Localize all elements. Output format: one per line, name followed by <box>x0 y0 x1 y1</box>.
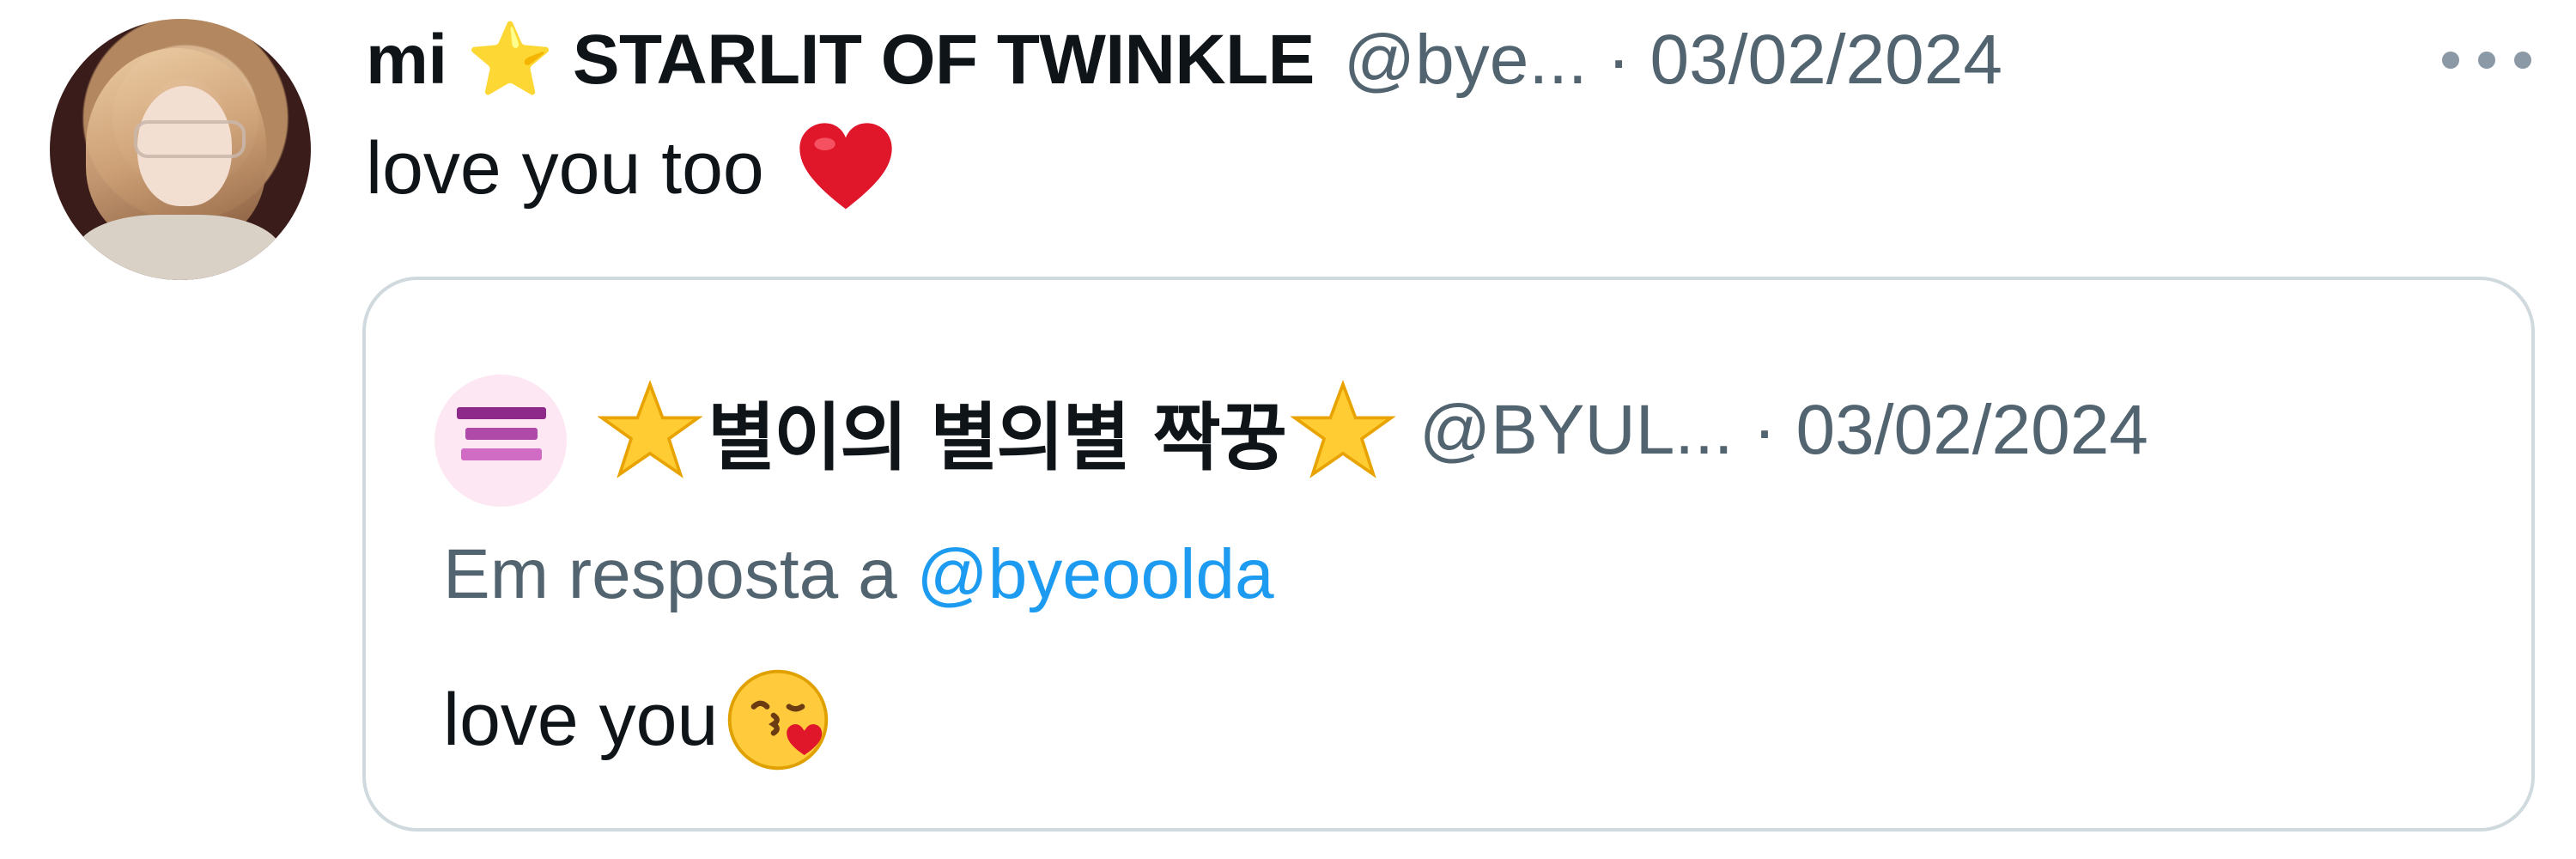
star-icon <box>598 380 702 478</box>
star-icon <box>1290 380 1395 478</box>
quoted-tweet-header: 별이의 별의별 짝꿍 @BYUL... · 03/02/2024 <box>598 366 2148 495</box>
author-handle-date[interactable]: @bye... · 03/02/2024 <box>1344 20 2002 101</box>
quoted-handle-date[interactable]: @BYUL... · 03/02/2024 <box>1419 390 2148 471</box>
quoted-tweet-card[interactable]: 별이의 별의별 짝꿍 @BYUL... · 03/02/2024 Em resp… <box>362 277 2535 832</box>
tweet-text: love you too <box>366 127 764 210</box>
red-heart-icon <box>799 123 892 210</box>
quoted-author-avatar[interactable] <box>434 375 567 507</box>
author-avatar[interactable] <box>50 19 311 280</box>
quoted-text-row: love you <box>443 665 833 775</box>
reply-to-link[interactable]: @byeoolda <box>916 535 1273 613</box>
more-options-icon[interactable] <box>2442 45 2531 76</box>
quoted-author-name[interactable]: 별이의 별의별 짝꿍 <box>708 377 1287 484</box>
tweet-header: mi ⭐ STARLIT OF TWINKLE @bye... · 03/02/… <box>366 14 2002 107</box>
tweet-text-row: love you too <box>366 117 898 222</box>
quoted-text: love you <box>443 678 719 761</box>
kissing-face-with-heart-icon <box>728 669 829 771</box>
author-name[interactable]: mi ⭐ STARLIT OF TWINKLE <box>366 19 1315 101</box>
reply-prefix: Em resposta a <box>443 535 897 613</box>
reply-context: Em resposta a @byeoolda <box>443 534 1274 615</box>
